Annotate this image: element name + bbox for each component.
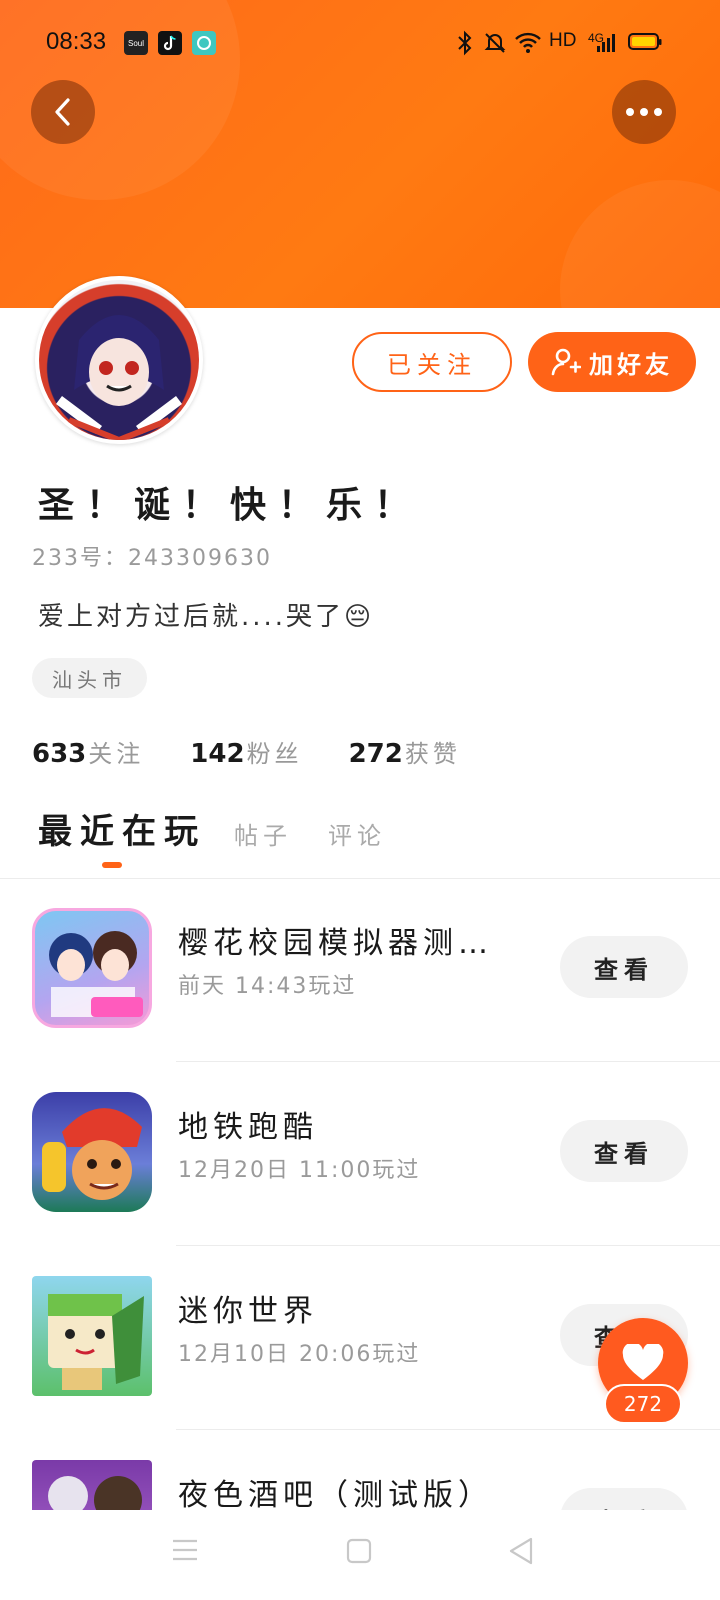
menu-icon[interactable]: [172, 1538, 198, 1566]
stat-likes[interactable]: 272获赞: [349, 734, 461, 769]
battery-icon: [628, 32, 662, 58]
bio: 爱上对方过后就....哭了😔: [38, 602, 375, 632]
add-friend-button[interactable]: 加好友: [528, 332, 696, 392]
user-id-value: 243309630: [128, 546, 272, 571]
bluetooth-icon: [456, 30, 474, 56]
soul-icon: Soul: [124, 31, 148, 55]
tab-bar: 最近在玩 帖子 评论: [38, 810, 718, 872]
view-button[interactable]: 查看: [560, 936, 688, 998]
stat-value: 633: [32, 739, 87, 769]
active-tab-indicator: [102, 862, 122, 868]
system-nav-bar: [0, 1510, 720, 1600]
game-title: 迷你世界: [178, 1294, 318, 1329]
add-friend-label: 加好友: [589, 350, 673, 379]
stat-label: 粉丝: [246, 740, 303, 768]
game-title: 夜色酒吧（测试版）: [178, 1478, 493, 1510]
like-count-badge: 272: [604, 1384, 682, 1424]
stat-label: 获赞: [404, 740, 461, 768]
user-id-label: 233号：: [32, 546, 128, 571]
game-played-time: 前天 14:43玩过: [178, 974, 357, 999]
tab-recently-played[interactable]: 最近在玩: [38, 804, 206, 853]
stat-following[interactable]: 633关注: [32, 734, 144, 769]
game-played-time: 12月20日 11:00玩过: [178, 1158, 421, 1183]
game-played-time: 12月10日 20:06玩过: [178, 1342, 421, 1367]
tab-posts[interactable]: 帖子: [234, 816, 292, 851]
game-list-item[interactable]: 樱花校园模拟器测… 前天 14:43玩过 查看: [0, 878, 720, 1062]
game-icon: [32, 908, 152, 1028]
hd-label: HD: [549, 30, 577, 51]
game-list-item[interactable]: 地铁跑酷 12月20日 11:00玩过 查看: [0, 1062, 720, 1246]
more-options-button[interactable]: [612, 80, 676, 144]
add-friend-icon: [551, 348, 581, 376]
banner-decoration: [560, 180, 720, 308]
tab-comments[interactable]: 评论: [328, 816, 386, 851]
location-label: 汕头市: [52, 667, 127, 692]
user-id: 233号：243309630: [32, 540, 272, 572]
stat-followers[interactable]: 142粉丝: [190, 734, 302, 769]
game-icon: [32, 1460, 152, 1510]
chevron-left-icon: [55, 98, 70, 126]
avatar-image: [39, 280, 199, 440]
home-icon[interactable]: [346, 1538, 372, 1568]
signal-icon: [596, 30, 616, 56]
tiktok-icon: [158, 31, 182, 55]
more-dots-icon: [626, 108, 662, 116]
stat-label: 关注: [88, 740, 145, 768]
view-button[interactable]: 查看: [560, 1120, 688, 1182]
avatar[interactable]: [35, 276, 203, 444]
stat-value: 272: [348, 739, 403, 769]
game-icon: [32, 1276, 152, 1396]
followed-button[interactable]: 已关注: [352, 332, 512, 392]
wifi-icon: [514, 30, 542, 56]
nickname: 圣！诞！快！乐！: [38, 485, 423, 526]
game-title: 樱花校园模拟器测…: [178, 926, 493, 961]
followed-button-label: 已关注: [387, 350, 477, 379]
stats-row: 633关注 142粉丝 272获赞: [32, 734, 461, 769]
view-button[interactable]: 查看: [560, 1488, 688, 1510]
game-title: 地铁跑酷: [178, 1110, 318, 1145]
stat-value: 142: [190, 739, 245, 769]
status-time: 08:33: [46, 28, 107, 55]
location-tag: 汕头市: [32, 658, 147, 698]
mute-bell-icon: [484, 30, 506, 56]
back-triangle-icon[interactable]: [508, 1537, 534, 1569]
heart-icon: [622, 1344, 664, 1380]
app-icon: [192, 31, 216, 55]
status-bar: 08:33 Soul HD 4G: [0, 0, 720, 86]
game-list-item[interactable]: 夜色酒吧（测试版） 查看: [0, 1430, 720, 1510]
game-icon: [32, 1092, 152, 1212]
back-button[interactable]: [31, 80, 95, 144]
